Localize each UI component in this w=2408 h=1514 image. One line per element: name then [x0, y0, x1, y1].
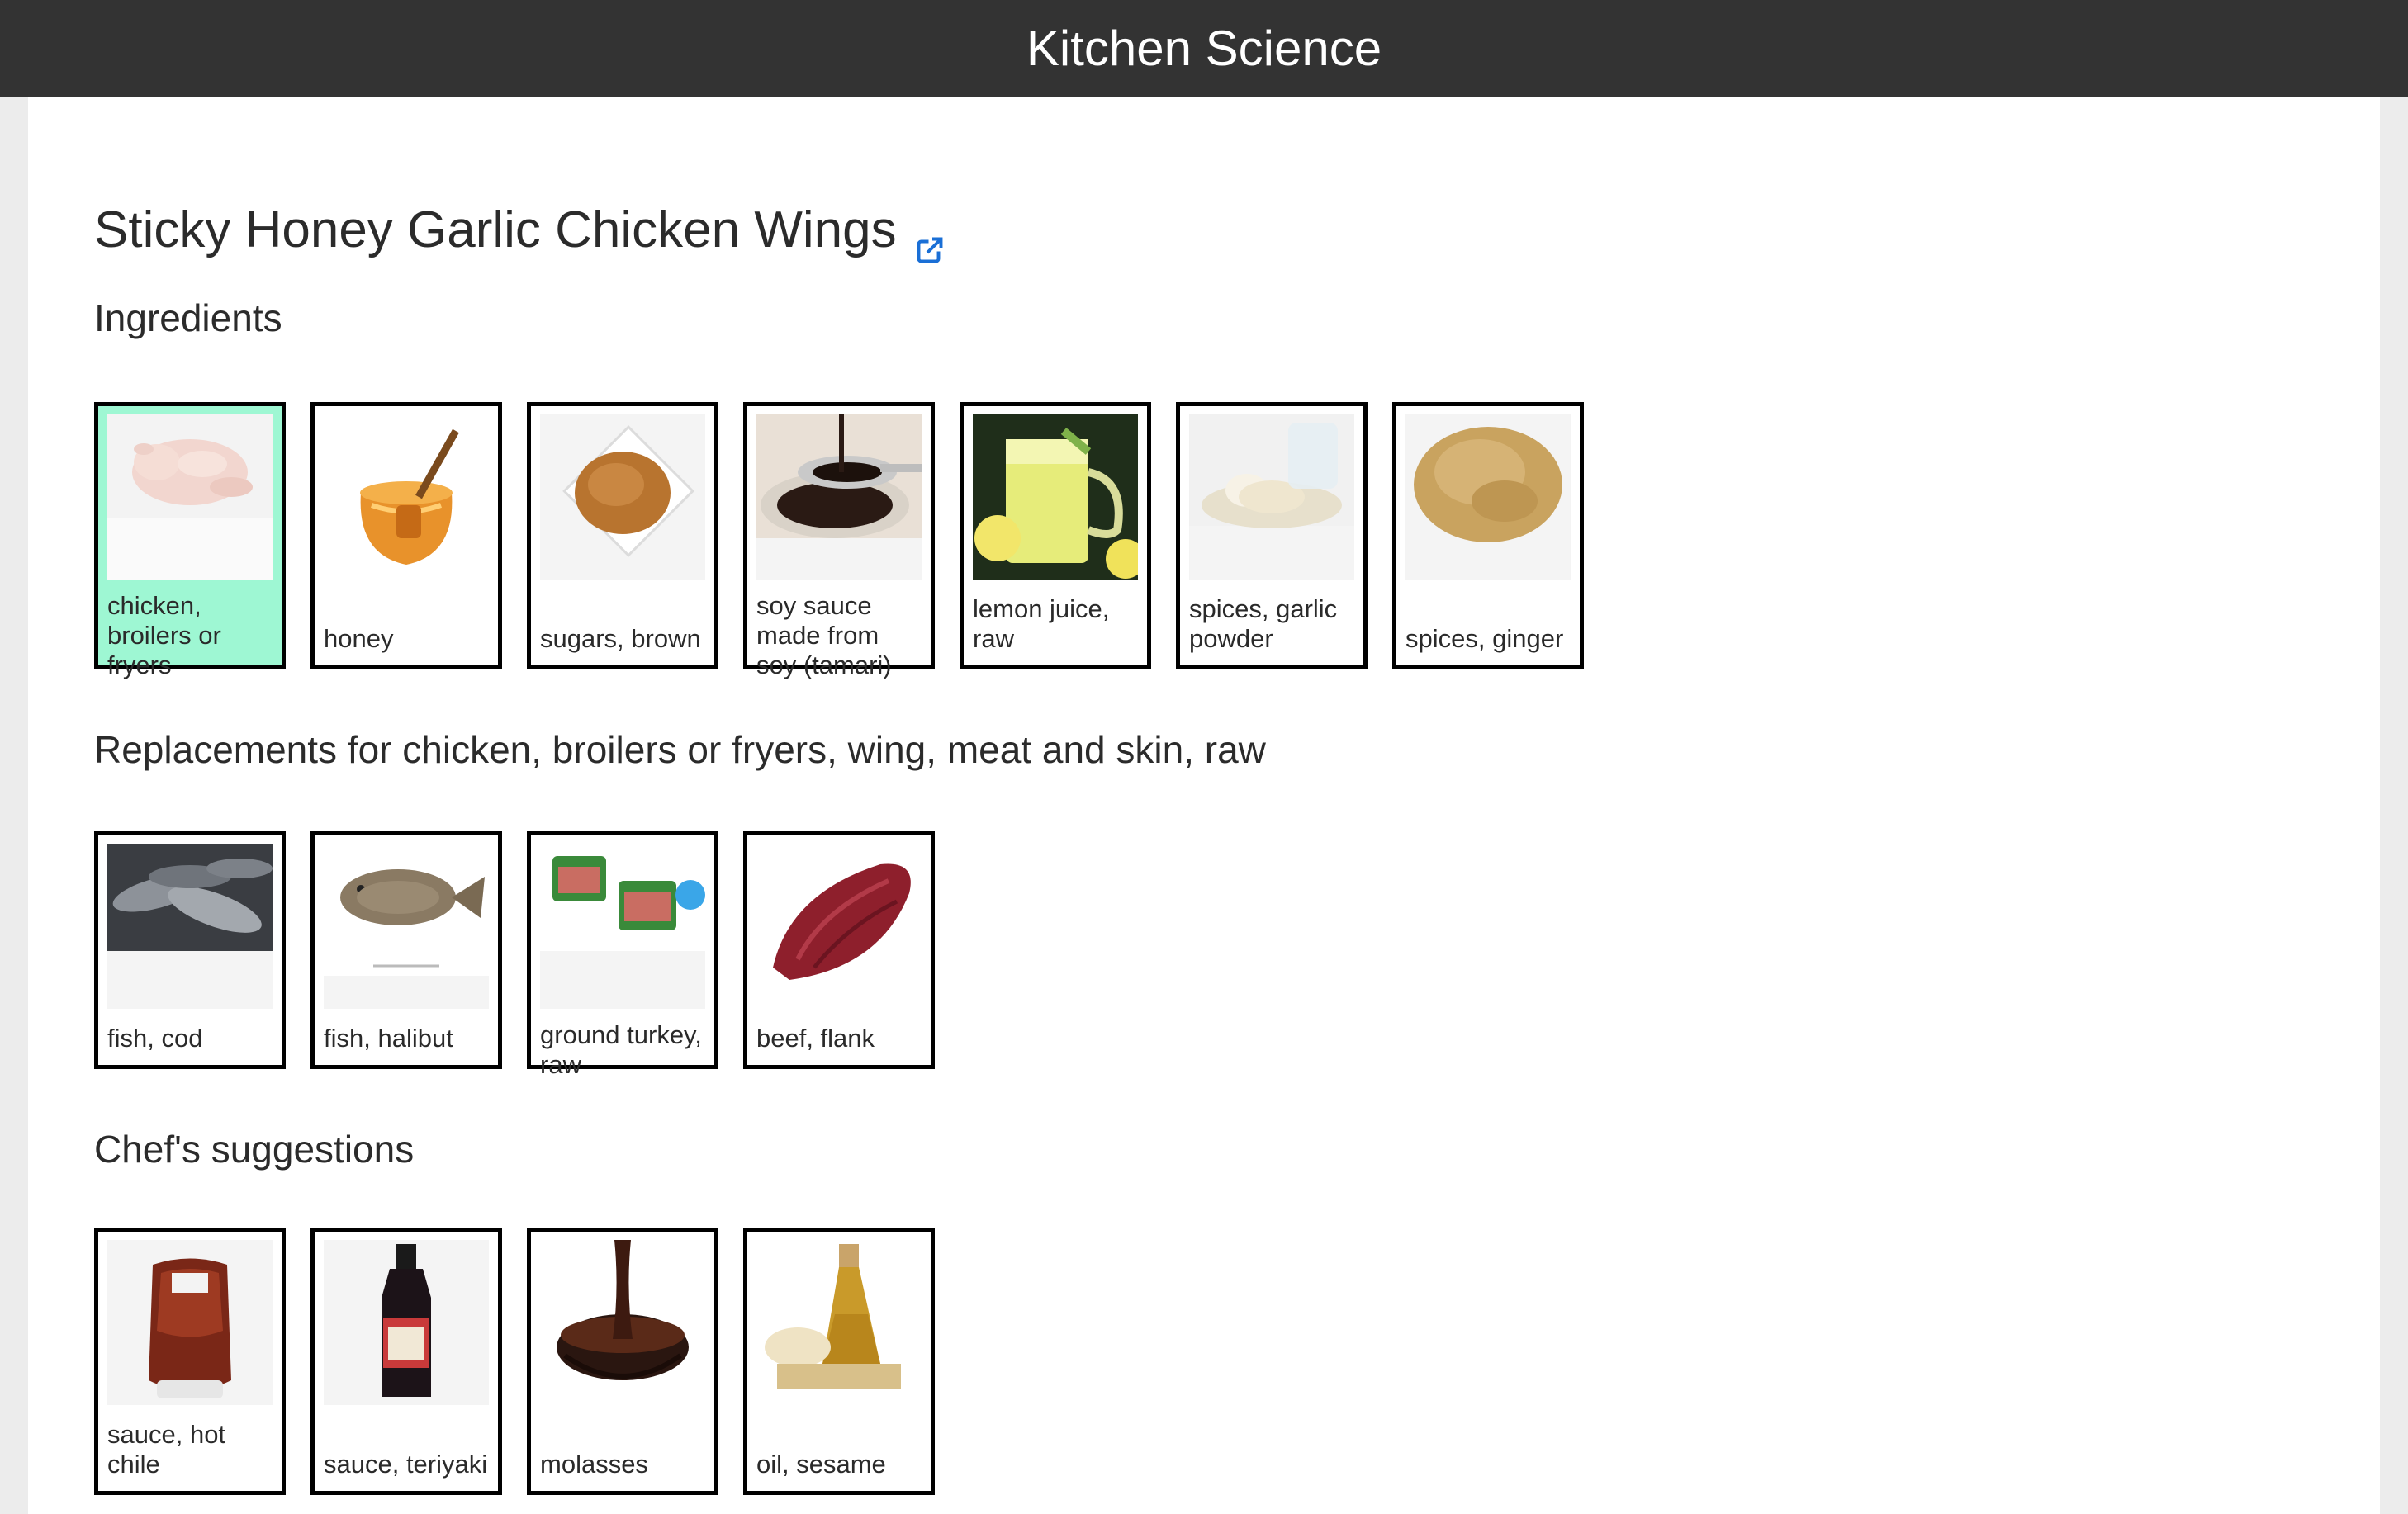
suggestion-card[interactable]: oil, sesame — [743, 1228, 935, 1495]
cod-fish-image — [107, 844, 273, 1009]
ingredient-label: honey — [324, 624, 394, 653]
replacement-label: ground turkey, raw — [540, 1020, 702, 1079]
ginger-powder-image — [1405, 414, 1571, 580]
ingredient-label: chicken, broilers or fryers — [107, 591, 221, 679]
replacement-card[interactable]: beef, flank — [743, 831, 935, 1069]
suggestion-label: molasses — [540, 1450, 648, 1479]
garlic-powder-image — [1189, 414, 1354, 580]
ingredient-card[interactable]: spices, ginger — [1392, 402, 1584, 669]
ingredient-card[interactable]: soy sauce made from soy (tamari) — [743, 402, 935, 679]
replacement-card[interactable]: ground turkey, raw — [527, 831, 718, 1079]
ingredient-card[interactable]: chicken, broilers or fryers — [94, 402, 286, 679]
halibut-fish-image — [324, 844, 489, 1009]
ingredients-heading: Ingredients — [94, 296, 282, 339]
replacement-card[interactable]: fish, cod — [94, 831, 286, 1069]
ingredient-card[interactable]: honey — [310, 402, 502, 669]
ingredient-label: sugars, brown — [540, 624, 701, 653]
sesame-oil-bottle-image — [756, 1240, 922, 1405]
ingredient-card[interactable]: lemon juice, raw — [960, 402, 1151, 669]
suggestions-list: sauce, hot chile sauce, teriyaki molasses o… — [94, 1228, 935, 1495]
brown-sugar-bowl-image — [540, 414, 705, 580]
recipe-title: Sticky Honey Garlic Chicken Wings — [94, 201, 897, 258]
suggestion-card[interactable]: sauce, teriyaki — [310, 1228, 502, 1495]
main-content: Sticky Honey Garlic Chicken Wings Ingred… — [28, 97, 2380, 1514]
suggestion-label: sauce, hot chile — [107, 1420, 226, 1479]
recipe-title-row: Sticky Honey Garlic Chicken Wings — [94, 201, 945, 263]
ingredient-label: spices, ginger — [1405, 624, 1564, 653]
suggestion-card[interactable]: molasses — [527, 1228, 718, 1495]
flank-steak-image — [756, 844, 922, 1009]
app-header: Kitchen Science — [0, 0, 2408, 97]
ingredients-list: chicken, broilers or fryers honey sugars, … — [94, 402, 1584, 679]
replacement-card[interactable]: fish, halibut — [310, 831, 502, 1069]
suggestion-label: oil, sesame — [756, 1450, 886, 1479]
ground-turkey-packs-image — [540, 844, 705, 1009]
raw-chicken-image — [107, 414, 273, 580]
soy-sauce-spoon-image — [756, 414, 922, 580]
replacements-list: fish, cod fish, halibut ground turkey, raw… — [94, 831, 935, 1079]
ingredient-card[interactable]: sugars, brown — [527, 402, 718, 669]
replacement-label: fish, halibut — [324, 1024, 453, 1053]
suggestion-label: sauce, teriyaki — [324, 1450, 488, 1479]
sriracha-bottle-image — [107, 1240, 273, 1405]
ingredient-label: soy sauce made from soy (tamari) — [756, 591, 892, 679]
ingredient-label: lemon juice, raw — [973, 594, 1110, 653]
ingredient-card[interactable]: spices, garlic powder — [1176, 402, 1368, 669]
molasses-bowl-image — [540, 1240, 705, 1405]
suggestions-heading: Chef's suggestions — [94, 1128, 415, 1171]
ingredient-label: spices, garlic powder — [1189, 594, 1338, 653]
replacement-label: beef, flank — [756, 1024, 875, 1053]
suggestion-card[interactable]: sauce, hot chile — [94, 1228, 286, 1495]
replacements-heading: Replacements for chicken, broilers or fr… — [94, 728, 1266, 771]
replacement-label: fish, cod — [107, 1024, 203, 1053]
teriyaki-bottle-image — [324, 1240, 489, 1405]
external-link-icon[interactable] — [915, 219, 945, 263]
app-title: Kitchen Science — [1026, 21, 1382, 76]
honey-jar-image — [324, 414, 489, 580]
lemon-juice-glass-image — [973, 414, 1138, 580]
